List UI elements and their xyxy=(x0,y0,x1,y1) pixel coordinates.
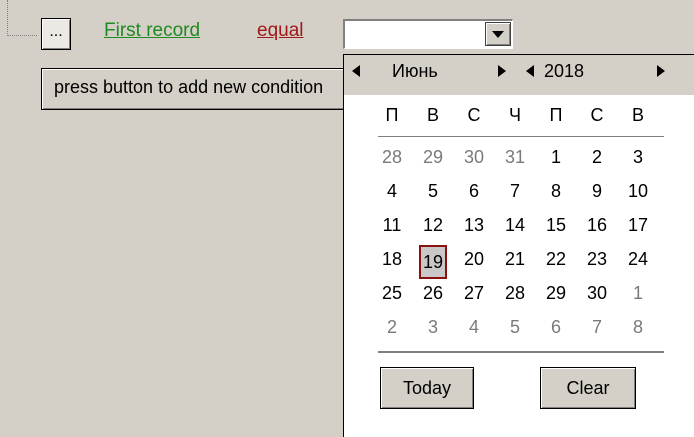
day-cell[interactable]: 14 xyxy=(501,215,529,236)
day-cell[interactable]: 1 xyxy=(624,283,652,304)
day-cell[interactable]: 13 xyxy=(460,215,488,236)
weekday-divider xyxy=(378,136,664,137)
day-cell[interactable]: 7 xyxy=(583,317,611,338)
day-cell[interactable]: 21 xyxy=(501,249,529,270)
chevron-down-icon xyxy=(492,30,504,38)
next-month-icon[interactable] xyxy=(498,65,506,77)
day-cell[interactable]: 30 xyxy=(460,147,488,168)
day-cell[interactable]: 8 xyxy=(624,317,652,338)
year-label[interactable]: 2018 xyxy=(544,61,584,82)
day-cell[interactable]: 24 xyxy=(624,249,652,270)
weekday-label: В xyxy=(631,105,644,125)
weekday-label: П xyxy=(549,105,563,125)
month-label[interactable]: Июнь xyxy=(392,61,438,82)
day-cell[interactable]: 6 xyxy=(542,317,570,338)
day-cell[interactable]: 17 xyxy=(624,215,652,236)
day-cell[interactable]: 26 xyxy=(419,283,447,304)
tree-connector xyxy=(7,0,8,36)
day-cell[interactable]: 10 xyxy=(624,181,652,202)
day-cell[interactable]: 5 xyxy=(501,317,529,338)
date-picker-popup: Июнь 2018 ПВСЧПСВ 28 29 30 31 1 2 3 4 5 6 7 8 9 10 11 1… xyxy=(343,54,694,437)
weekday-label: С xyxy=(590,105,604,125)
footer-divider xyxy=(378,351,664,353)
tree-connector-branch xyxy=(7,35,37,36)
day-cell[interactable]: 11 xyxy=(378,215,406,236)
day-cell[interactable]: 29 xyxy=(542,283,570,304)
weekday-label: П xyxy=(385,105,399,125)
calendar-header: Июнь 2018 xyxy=(344,55,694,95)
day-cell[interactable]: 18 xyxy=(378,249,406,270)
prev-year-icon[interactable] xyxy=(526,65,534,77)
day-cell[interactable]: 6 xyxy=(460,181,488,202)
day-cell[interactable]: 15 xyxy=(542,215,570,236)
day-cell[interactable]: 22 xyxy=(542,249,570,270)
dropdown-button[interactable] xyxy=(485,22,511,46)
add-condition-hint[interactable]: press button to add new condition xyxy=(41,68,347,110)
day-cell[interactable]: 20 xyxy=(460,249,488,270)
day-cell[interactable]: 28 xyxy=(501,283,529,304)
field-link[interactable]: First record xyxy=(104,20,200,42)
day-cell[interactable]: 31 xyxy=(501,147,529,168)
next-year-icon[interactable] xyxy=(657,65,665,77)
day-cell[interactable]: 12 xyxy=(419,215,447,236)
day-cell[interactable]: 5 xyxy=(419,181,447,202)
date-value-combobox[interactable] xyxy=(343,19,513,49)
day-cell[interactable]: 28 xyxy=(378,147,406,168)
day-cell[interactable]: 25 xyxy=(378,283,406,304)
today-button[interactable]: Today xyxy=(380,367,474,409)
weekday-label: В xyxy=(426,105,439,125)
operator-link[interactable]: equal xyxy=(257,20,304,42)
weekday-label: С xyxy=(467,105,481,125)
day-cell[interactable]: 3 xyxy=(419,317,447,338)
day-cell[interactable]: 8 xyxy=(542,181,570,202)
day-cell[interactable]: 27 xyxy=(460,283,488,304)
day-cell[interactable]: 30 xyxy=(583,283,611,304)
day-cell[interactable]: 4 xyxy=(378,181,406,202)
day-cell[interactable]: 29 xyxy=(419,147,447,168)
day-cell[interactable]: 9 xyxy=(583,181,611,202)
day-cell[interactable]: 16 xyxy=(583,215,611,236)
day-cell[interactable]: 2 xyxy=(378,317,406,338)
day-cell[interactable]: 23 xyxy=(583,249,611,270)
row-menu-button[interactable]: ... xyxy=(41,18,71,50)
day-cell-selected[interactable]: 19 xyxy=(419,245,447,279)
day-cell[interactable]: 7 xyxy=(501,181,529,202)
day-cell[interactable]: 2 xyxy=(583,147,611,168)
day-cell[interactable]: 1 xyxy=(542,147,570,168)
clear-button[interactable]: Clear xyxy=(540,367,636,409)
weekday-label: Ч xyxy=(509,105,521,125)
day-cell[interactable]: 3 xyxy=(624,147,652,168)
day-cell[interactable]: 4 xyxy=(460,317,488,338)
prev-month-icon[interactable] xyxy=(352,65,360,77)
